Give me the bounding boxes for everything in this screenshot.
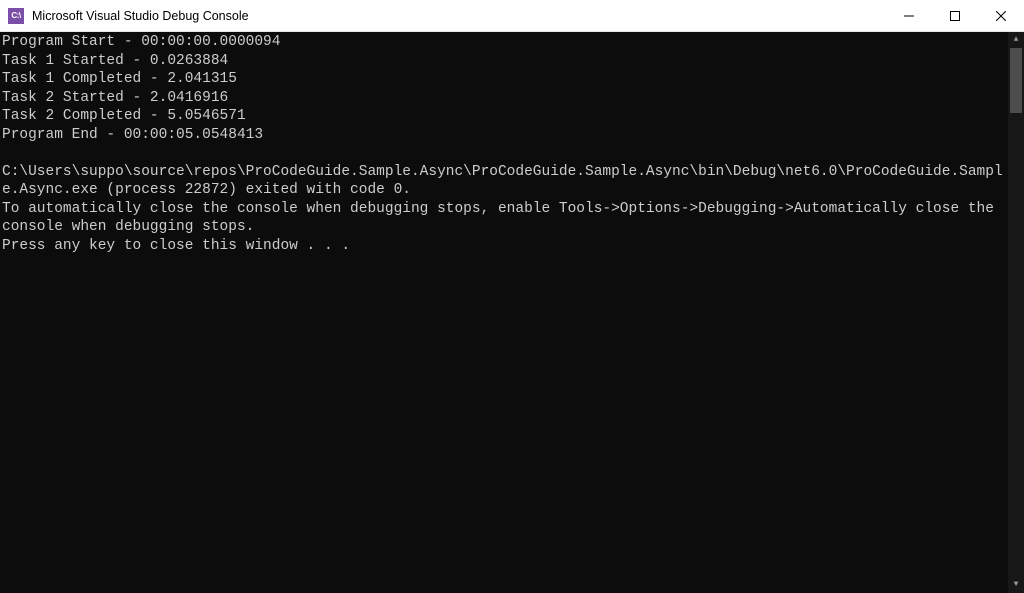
maximize-icon: [950, 11, 960, 21]
console-line: Program Start - 00:00:00.0000094: [2, 33, 1008, 52]
app-icon: C:\: [8, 8, 24, 24]
minimize-icon: [904, 11, 914, 21]
console-line: Task 1 Completed - 2.041315: [2, 70, 1008, 89]
scrollbar-track[interactable]: ▲ ▼: [1008, 32, 1024, 593]
window-title: Microsoft Visual Studio Debug Console: [32, 9, 886, 23]
console-line: [2, 144, 1008, 163]
scrollbar-thumb[interactable]: [1010, 48, 1022, 113]
scrollbar-down-icon[interactable]: ▼: [1008, 577, 1024, 593]
titlebar[interactable]: C:\ Microsoft Visual Studio Debug Consol…: [0, 0, 1024, 32]
scrollbar-up-icon[interactable]: ▲: [1008, 32, 1024, 48]
console-line: C:\Users\suppo\source\repos\ProCodeGuide…: [2, 163, 1008, 200]
minimize-button[interactable]: [886, 0, 932, 31]
console-area[interactable]: Program Start - 00:00:00.0000094Task 1 S…: [0, 32, 1024, 593]
window-controls: [886, 0, 1024, 31]
console-line: Program End - 00:00:05.0548413: [2, 126, 1008, 145]
maximize-button[interactable]: [932, 0, 978, 31]
console-line: Press any key to close this window . . .: [2, 237, 1008, 256]
console-output: Program Start - 00:00:00.0000094Task 1 S…: [0, 32, 1008, 256]
console-line: To automatically close the console when …: [2, 200, 1008, 237]
close-icon: [996, 11, 1006, 21]
console-line: Task 2 Completed - 5.0546571: [2, 107, 1008, 126]
console-line: Task 1 Started - 0.0263884: [2, 52, 1008, 71]
console-line: Task 2 Started - 2.0416916: [2, 89, 1008, 108]
close-button[interactable]: [978, 0, 1024, 31]
